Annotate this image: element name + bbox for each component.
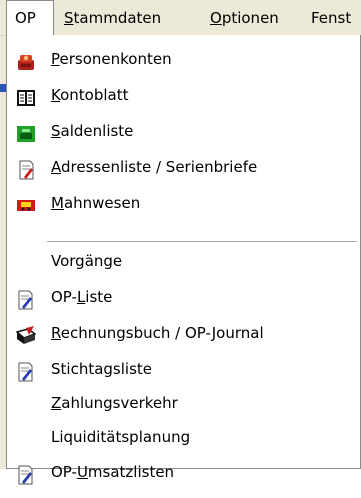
menu-item-op-liste[interactable]: OP-Liste	[7, 279, 360, 315]
label-access: U	[76, 463, 88, 481]
balance-list-icon	[16, 121, 36, 142]
menu-optionen[interactable]: Optionen	[202, 0, 287, 36]
menu-item-op-umsatzlisten[interactable]: OP-Umsatzlisten	[7, 454, 360, 490]
label-rest: ahlungsverkehr	[61, 394, 178, 412]
label-rest: ersonenkonten	[59, 50, 172, 68]
label-pre: OP-	[51, 288, 77, 306]
menu-op[interactable]: OP	[6, 0, 54, 36]
label-rest: Vorgänge	[51, 252, 123, 270]
reference-date-list-icon	[16, 359, 36, 382]
menu-stammdaten-rest: tammdaten	[73, 9, 162, 27]
label-rest: iste	[85, 288, 113, 306]
person-accounts-icon	[16, 49, 36, 70]
menu-fenster[interactable]: Fenst	[303, 0, 359, 36]
label-rest: dressenliste / Serienbriefe	[61, 158, 258, 176]
menu-item-liquiditaetsplanung[interactable]: Liquiditätsplanung	[7, 419, 360, 455]
label-rest: Stichtagsliste	[51, 360, 152, 378]
menu-item-adressenliste[interactable]: Adressenliste / Serienbriefe	[7, 149, 360, 185]
menu-op-label: OP	[15, 9, 36, 27]
menu-item-personenkonten[interactable]: Personenkonten	[7, 41, 360, 77]
label-rest: aldenliste	[60, 122, 134, 140]
label-access: K	[51, 86, 61, 104]
op-list-icon	[16, 287, 36, 310]
dunning-icon	[16, 193, 36, 213]
menu-item-mahnwesen[interactable]: Mahnwesen	[7, 185, 360, 221]
address-list-icon	[16, 157, 36, 180]
op-dropdown-menu: Personenkonten Kontoblatt Saldenliste Ad…	[6, 35, 361, 485]
menu-bar: OP Stammdaten Optionen Fenst	[0, 0, 361, 36]
label-pre: OP-	[51, 463, 77, 481]
menu-optionen-access: O	[210, 9, 222, 27]
label-access: M	[51, 194, 64, 212]
menu-fenster-label: Fenst	[311, 9, 352, 27]
op-sales-list-icon	[16, 462, 36, 485]
label-rest: msatzlisten	[87, 463, 175, 481]
label-access: S	[51, 122, 61, 140]
label-access: P	[51, 50, 60, 68]
menu-item-saldenliste[interactable]: Saldenliste	[7, 113, 360, 149]
label-rest: ontoblatt	[60, 86, 129, 104]
label-access: R	[51, 324, 61, 342]
menu-item-kontoblatt[interactable]: Kontoblatt	[7, 77, 360, 113]
label-access: A	[51, 158, 61, 176]
menu-optionen-rest: ptionen	[221, 9, 279, 27]
invoice-book-icon	[15, 323, 37, 344]
menu-item-stichtagsliste[interactable]: Stichtagsliste	[7, 351, 360, 387]
label-rest: ahnwesen	[63, 194, 141, 212]
label-rest: echnungsbuch / OP-Journal	[60, 324, 264, 342]
label-access: Z	[51, 394, 62, 412]
label-rest: Liquiditätsplanung	[51, 428, 191, 446]
menu-item-vorgaenge[interactable]: Vorgänge	[7, 243, 360, 279]
menu-stammdaten-access: S	[64, 9, 74, 27]
menu-stammdaten[interactable]: Stammdaten	[56, 0, 169, 36]
menu-item-zahlungsverkehr[interactable]: Zahlungsverkehr	[7, 385, 360, 421]
account-sheet-icon	[16, 85, 36, 106]
menu-item-rechnungsbuch[interactable]: Rechnungsbuch / OP-Journal	[7, 315, 360, 351]
